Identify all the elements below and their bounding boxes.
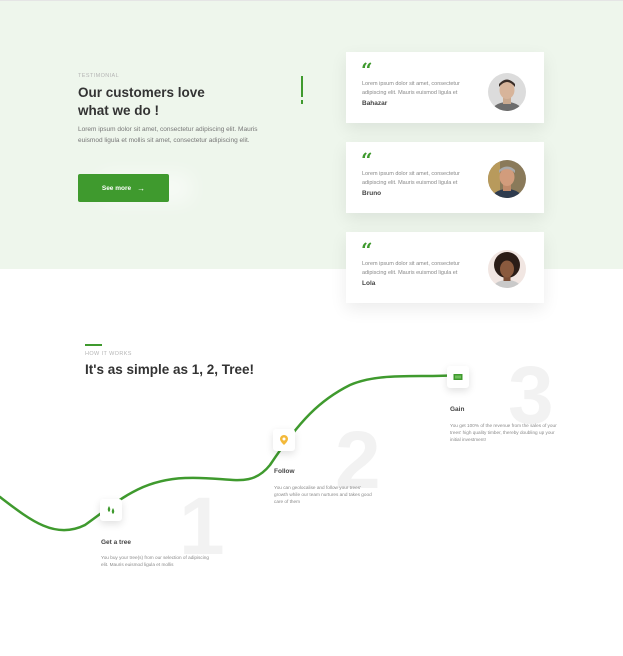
step-description: You can geolocalise and follow your tree…: [274, 485, 372, 504]
money-icon: [447, 366, 469, 388]
location-pin-icon: [273, 429, 295, 451]
step-title: Get a tree: [101, 539, 131, 546]
step-description: You get 100% of the revenue from the sal…: [450, 423, 557, 442]
drops-icon: [100, 499, 122, 521]
step-title: Gain: [450, 406, 465, 413]
step-title: Follow: [274, 468, 295, 475]
progress-curve: [0, 373, 460, 532]
step-description: You buy your tree(s) from our selection …: [101, 555, 209, 567]
